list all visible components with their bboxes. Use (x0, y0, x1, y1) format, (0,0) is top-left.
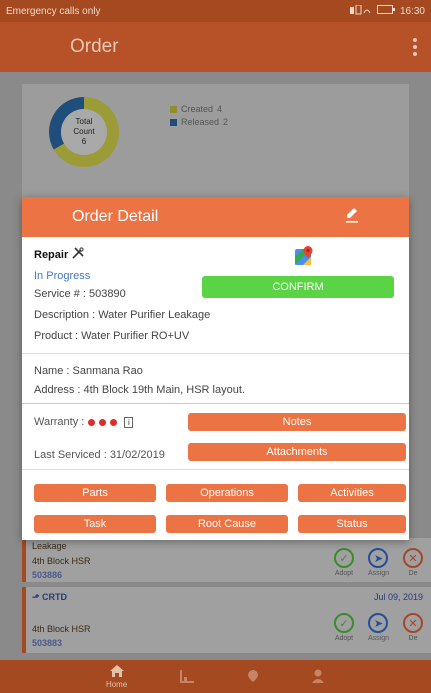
order-card[interactable]: Leakage 4th Block HSR 503886 ✓ Adopt ➤ Ass… (22, 538, 431, 582)
google-maps-icon[interactable] (294, 246, 314, 266)
order-info-section: Repair In Progress Service # : 503890 De… (22, 237, 409, 354)
order-card[interactable]: ⬏ CRTD Jul 09, 2019 4th Block HSR 503883… (22, 587, 431, 653)
signal-icon (349, 4, 372, 18)
legend-released: Released 2 (170, 117, 228, 127)
check-icon: ✓ (333, 548, 354, 568)
order-description: Description : Water Purifier Leakage (34, 309, 211, 321)
nav-reports[interactable] (179, 669, 195, 685)
app-bar: Order (0, 22, 431, 72)
warranty-row: Warranty : i (34, 416, 134, 428)
last-serviced: Last Serviced : 31/02/2019 (34, 449, 165, 461)
bottom-navigation: Home (0, 660, 431, 693)
legend-created: Created 4 (170, 104, 228, 114)
close-icon: ✕ (403, 613, 423, 633)
assign-icon: ➤ (368, 548, 389, 568)
operations-button[interactable]: Operations (166, 484, 288, 502)
chart-icon (179, 669, 195, 685)
order-detail-dialog: Order Detail Repair In Progress Service … (22, 197, 409, 540)
app-title: Order (70, 36, 119, 57)
assign-button[interactable]: ➤ Assign (368, 613, 389, 642)
nav-profile[interactable] (311, 669, 325, 685)
notes-button[interactable]: Notes (188, 413, 406, 431)
warranty-indicator-dot (88, 418, 96, 426)
customer-name: Name : Sanmana Rao (34, 365, 143, 377)
warranty-section: Warranty : i Last Serviced : 31/02/2019 … (22, 404, 409, 470)
donut-legend: Created 4 Released 2 (170, 104, 228, 130)
customer-address: Address : 4th Block 19th Main, HSR layou… (34, 384, 245, 396)
battery-icon (376, 5, 395, 17)
close-icon: ✕ (403, 548, 423, 568)
order-card-actions: ✓ Adopt ➤ Assign ✕ De (333, 548, 423, 577)
decline-button[interactable]: ✕ De (403, 613, 423, 642)
nav-home-label: Home (105, 680, 128, 689)
dialog-header: Order Detail (22, 197, 409, 237)
action-buttons-grid: Parts Operations Activities Task Root Ca… (22, 470, 409, 540)
overflow-menu-icon[interactable] (413, 38, 417, 56)
donut-label-count: Count (73, 127, 95, 136)
order-count-donut: Total Count 6 (48, 96, 120, 168)
edit-icon[interactable] (345, 207, 359, 228)
warranty-indicator-dot (99, 418, 107, 426)
nav-home[interactable]: Home (106, 664, 127, 689)
activities-button[interactable]: Activities (298, 484, 406, 502)
donut-total-value: 6 (81, 137, 87, 146)
order-summary-card: Total Count 6 Created 4 Released 2 (22, 84, 409, 199)
person-icon (311, 669, 325, 685)
order-card-date: Jul 09, 2019 (373, 592, 423, 602)
status-bar: Emergency calls only 16:30 (0, 0, 431, 22)
task-button[interactable]: Task (34, 515, 156, 533)
attachments-button[interactable]: Attachments (188, 443, 406, 461)
order-type: Repair (34, 247, 397, 262)
home-icon (109, 664, 125, 680)
donut-label-total: Total (75, 117, 93, 126)
order-card-actions: ✓ Adopt ➤ Assign ✕ De (333, 613, 423, 642)
adopt-button[interactable]: ✓ Adopt (333, 548, 354, 577)
confirm-button[interactable]: CONFIRM (202, 276, 394, 298)
customer-section: Name : Sanmana Rao Address : 4th Block 1… (22, 354, 409, 404)
warranty-indicator-dot (110, 418, 118, 426)
status-carrier: Emergency calls only (6, 5, 101, 17)
assign-icon: ➤ (368, 613, 389, 633)
nav-location[interactable] (247, 669, 259, 685)
root-cause-button[interactable]: Root Cause (166, 515, 288, 533)
status-button[interactable]: Status (298, 515, 406, 533)
adopt-button[interactable]: ✓ Adopt (333, 613, 354, 642)
tools-icon (72, 247, 84, 262)
warranty-label: Warranty : (34, 416, 85, 428)
info-icon[interactable]: i (124, 416, 134, 428)
clock: 16:30 (399, 5, 425, 17)
order-product: Product : Water Purifier RO+UV (34, 330, 190, 342)
location-pin-icon (247, 669, 259, 685)
parts-button[interactable]: Parts (34, 484, 156, 502)
decline-button[interactable]: ✕ De (403, 548, 423, 577)
check-icon: ✓ (333, 613, 354, 633)
assign-button[interactable]: ➤ Assign (368, 548, 389, 577)
dialog-title: Order Detail (72, 208, 159, 225)
order-type-label: Repair (34, 248, 69, 261)
order-card-tag: ⬏ CRTD (32, 592, 68, 602)
